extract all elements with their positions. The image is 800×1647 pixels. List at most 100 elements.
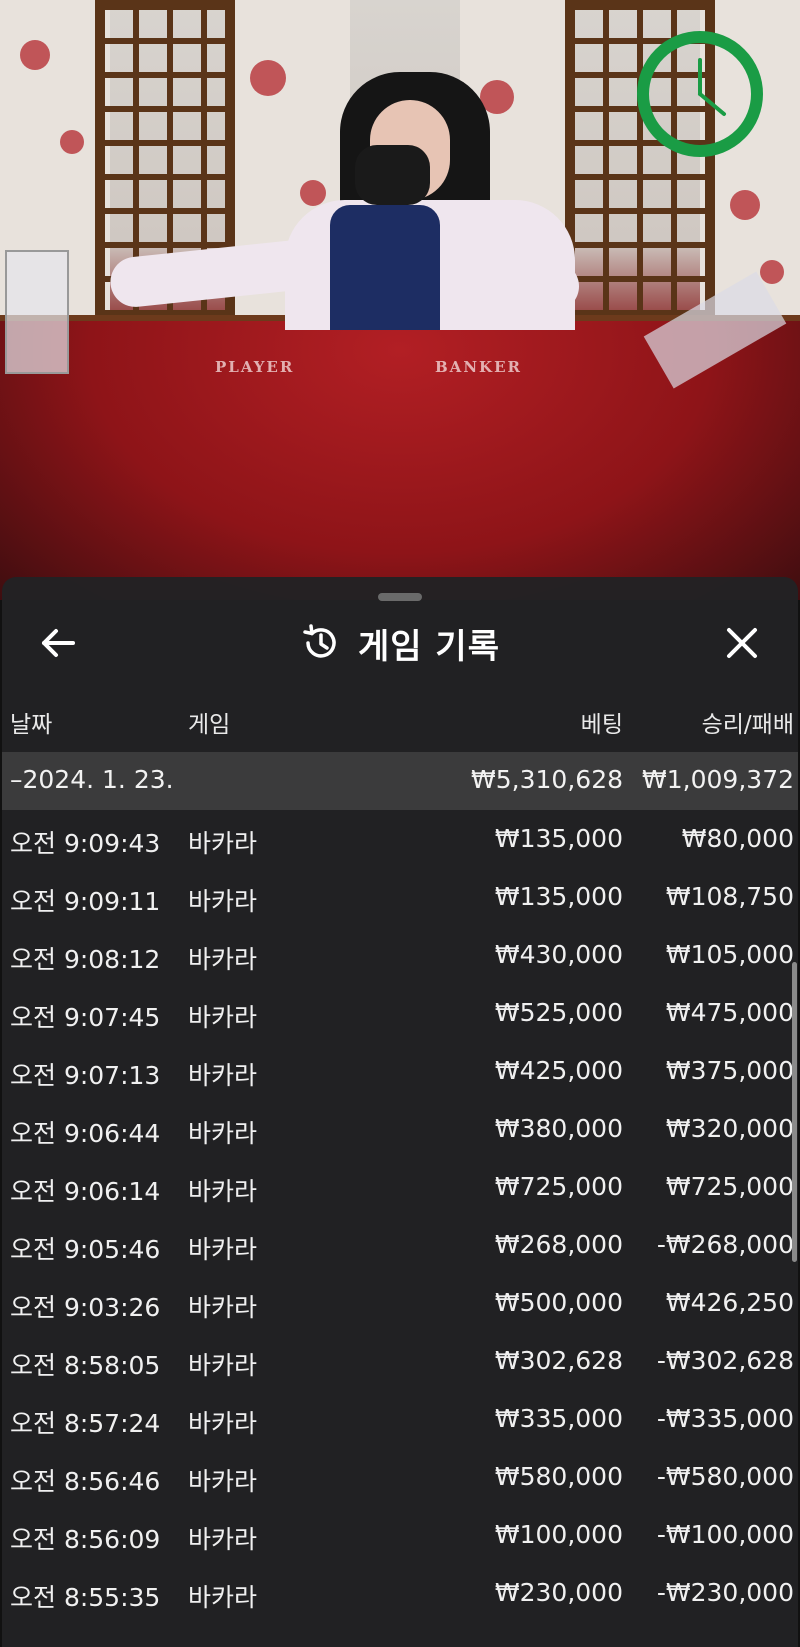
row-time: 오전 9:05:46 xyxy=(10,1235,161,1264)
row-bet: ₩430,000 xyxy=(494,940,623,969)
history-row[interactable]: 오전 9:06:44 바카라 ₩380,000 ₩320,000 xyxy=(2,1100,798,1158)
row-result: ₩725,000 xyxy=(665,1172,794,1201)
row-time: 오전 8:57:24 xyxy=(10,1409,161,1438)
row-game: 바카라 xyxy=(188,1525,258,1554)
row-bet: ₩135,000 xyxy=(494,824,623,853)
row-bet: ₩580,000 xyxy=(494,1462,623,1491)
row-result: ₩80,000 xyxy=(681,824,794,853)
column-header-date[interactable]: 날짜 xyxy=(10,705,52,739)
row-bet: ₩135,000 xyxy=(494,882,623,911)
row-game: 바카라 xyxy=(188,1583,258,1612)
history-row[interactable]: 오전 8:58:05 바카라 ₩302,628 -₩302,628 xyxy=(2,1332,798,1390)
row-bet: ₩500,000 xyxy=(494,1288,623,1317)
blossom-decoration xyxy=(20,40,50,70)
row-result: ₩426,250 xyxy=(665,1288,794,1317)
row-time: 오전 9:09:11 xyxy=(10,887,161,916)
row-bet: ₩268,000 xyxy=(494,1230,623,1259)
row-time: 오전 8:56:09 xyxy=(10,1525,161,1554)
history-row[interactable]: 오전 9:06:14 바카라 ₩725,000 ₩725,000 xyxy=(2,1158,798,1216)
history-row[interactable]: 오전 9:05:46 바카라 ₩268,000 -₩268,000 xyxy=(2,1216,798,1274)
drag-handle[interactable] xyxy=(378,593,422,601)
row-bet: ₩725,000 xyxy=(494,1172,623,1201)
row-result: ₩320,000 xyxy=(665,1114,794,1143)
row-time: 오전 8:55:35 xyxy=(10,1583,161,1612)
row-game: 바카라 xyxy=(188,1119,258,1148)
row-result: -₩100,000 xyxy=(656,1520,794,1549)
game-history-sheet: 게임 기록 날짜 게임 베팅 승리/패배 –2024. 1. 23. ₩5,31… xyxy=(2,577,798,1647)
row-bet: ₩302,628 xyxy=(494,1346,623,1375)
history-icon xyxy=(303,624,336,658)
row-result: -₩302,628 xyxy=(656,1346,794,1375)
history-row[interactable]: 오전 9:07:13 바카라 ₩425,000 ₩375,000 xyxy=(2,1042,798,1100)
history-row[interactable]: 오전 8:55:35 바카라 ₩230,000 -₩230,000 xyxy=(2,1564,798,1622)
column-header-game[interactable]: 게임 xyxy=(188,705,230,739)
row-game: 바카라 xyxy=(188,945,258,974)
history-row[interactable]: 오전 9:07:45 바카라 ₩525,000 ₩475,000 xyxy=(2,984,798,1042)
felt-label-banker: BANKER xyxy=(435,358,522,376)
close-button[interactable] xyxy=(718,619,766,667)
row-result: ₩105,000 xyxy=(665,940,794,969)
history-row[interactable]: 오전 9:03:26 바카라 ₩500,000 ₩426,250 xyxy=(2,1274,798,1332)
row-result: ₩108,750 xyxy=(665,882,794,911)
close-icon xyxy=(727,628,757,658)
row-time: 오전 9:09:43 xyxy=(10,829,161,858)
row-result: ₩475,000 xyxy=(665,998,794,1027)
row-game: 바카라 xyxy=(188,1467,258,1496)
row-result: ₩375,000 xyxy=(665,1056,794,1085)
summary-bet-total: ₩5,310,628 xyxy=(471,765,623,794)
history-row[interactable]: 오전 9:08:12 바카라 ₩430,000 ₩105,000 xyxy=(2,926,798,984)
row-bet: ₩335,000 xyxy=(494,1404,623,1433)
row-time: 오전 8:58:05 xyxy=(10,1351,161,1380)
row-game: 바카라 xyxy=(188,1351,258,1380)
row-game: 바카라 xyxy=(188,887,258,916)
row-time: 오전 9:06:44 xyxy=(10,1119,161,1148)
clock-icon xyxy=(637,31,763,157)
row-time: 오전 9:07:45 xyxy=(10,1003,161,1032)
row-time: 오전 9:06:14 xyxy=(10,1177,161,1206)
row-game: 바카라 xyxy=(188,1293,258,1322)
row-time: 오전 9:07:13 xyxy=(10,1061,161,1090)
row-result: -₩335,000 xyxy=(656,1404,794,1433)
row-bet: ₩100,000 xyxy=(494,1520,623,1549)
felt-label-player: PLAYER xyxy=(215,358,295,376)
row-result: -₩580,000 xyxy=(656,1462,794,1491)
blossom-decoration xyxy=(760,260,784,284)
blossom-decoration xyxy=(730,190,760,220)
live-video-feed: PLAYER BANKER xyxy=(0,0,800,600)
history-list: 오전 9:09:43 바카라 ₩135,000 ₩80,000 오전 9:09:11 바… xyxy=(2,810,798,1622)
row-game: 바카라 xyxy=(188,1061,258,1090)
row-bet: ₩380,000 xyxy=(494,1114,623,1143)
history-row[interactable]: 오전 9:09:11 바카라 ₩135,000 ₩108,750 xyxy=(2,868,798,926)
row-game: 바카라 xyxy=(188,1409,258,1438)
row-bet: ₩230,000 xyxy=(494,1578,623,1607)
sheet-title: 게임 기록 xyxy=(2,621,798,667)
row-time: 오전 9:08:12 xyxy=(10,945,161,974)
page-title: 게임 기록 xyxy=(358,626,500,667)
row-game: 바카라 xyxy=(188,1235,258,1264)
scrollbar[interactable] xyxy=(792,962,797,1262)
card-shoe xyxy=(5,250,69,374)
row-bet: ₩525,000 xyxy=(494,998,623,1027)
row-game: 바카라 xyxy=(188,829,258,858)
history-row[interactable]: 오전 8:56:46 바카라 ₩580,000 -₩580,000 xyxy=(2,1448,798,1506)
dealer-vest xyxy=(330,205,440,330)
summary-date: –2024. 1. 23. xyxy=(10,765,174,794)
row-bet: ₩425,000 xyxy=(494,1056,623,1085)
history-row[interactable]: 오전 8:56:09 바카라 ₩100,000 -₩100,000 xyxy=(2,1506,798,1564)
row-time: 오전 8:56:46 xyxy=(10,1467,161,1496)
column-header-bet[interactable]: 베팅 xyxy=(581,705,623,739)
row-time: 오전 9:03:26 xyxy=(10,1293,161,1322)
row-game: 바카라 xyxy=(188,1003,258,1032)
row-game: 바카라 xyxy=(188,1177,258,1206)
blossom-decoration xyxy=(250,60,286,96)
blossom-decoration xyxy=(60,130,84,154)
history-row[interactable]: 오전 9:09:43 바카라 ₩135,000 ₩80,000 xyxy=(2,810,798,868)
row-result: -₩230,000 xyxy=(656,1578,794,1607)
date-summary-row[interactable]: –2024. 1. 23. ₩5,310,628 ₩1,009,372 xyxy=(2,752,798,810)
row-result: -₩268,000 xyxy=(656,1230,794,1259)
history-row[interactable]: 오전 8:57:24 바카라 ₩335,000 -₩335,000 xyxy=(2,1390,798,1448)
dealer-mask xyxy=(355,145,430,205)
blossom-decoration xyxy=(300,180,326,206)
column-header-result[interactable]: 승리/패배 xyxy=(702,705,794,739)
summary-result-total: ₩1,009,372 xyxy=(642,765,794,794)
